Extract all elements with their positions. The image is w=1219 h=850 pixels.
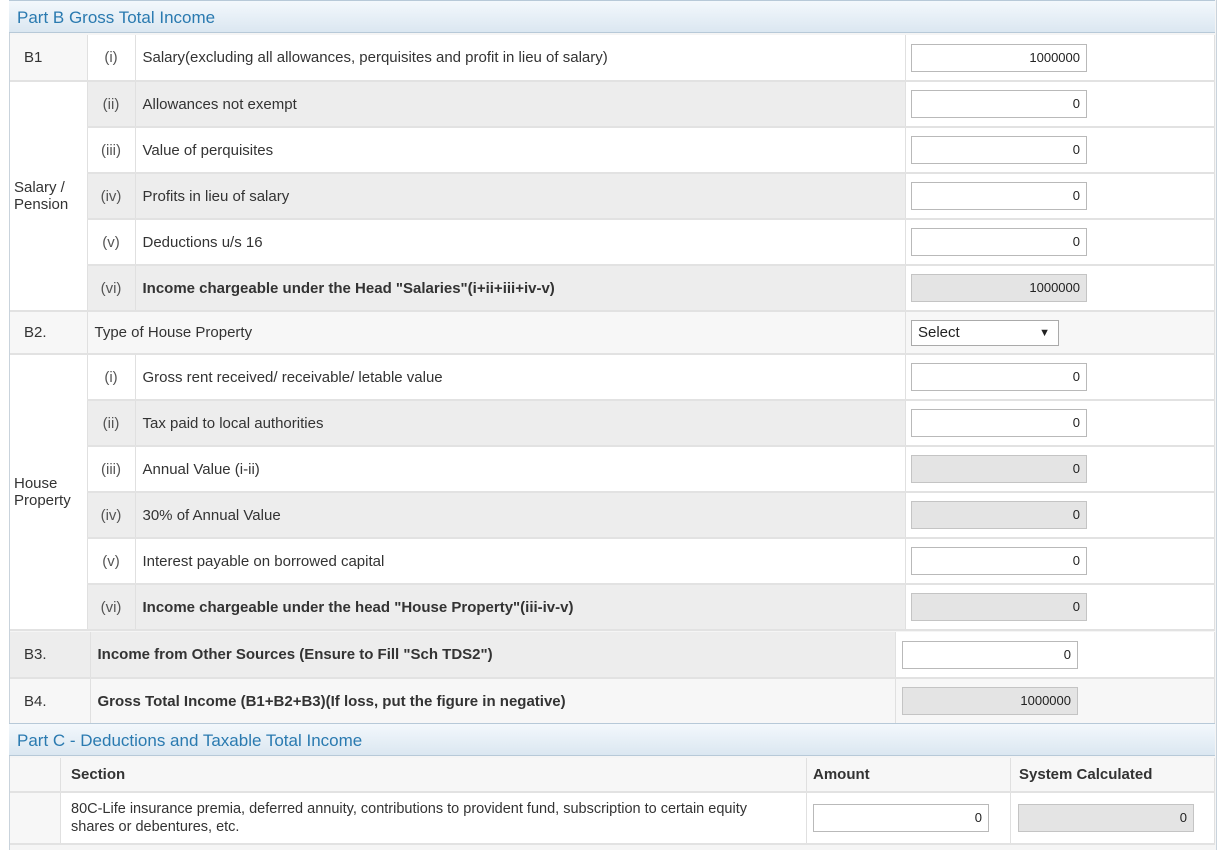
b1-row: (iv) Profits in lieu of salary 0 <box>10 173 1215 220</box>
b4-description: Gross Total Income (B1+B2+B3)(If loss, p… <box>90 678 896 725</box>
b2-item-description: Gross rent received/ receivable/ letable… <box>135 354 906 401</box>
b4-row: B4. Gross Total Income (B1+B2+B3)(If los… <box>10 678 1215 725</box>
col-header-system-calculated: System Calculated <box>1010 758 1215 793</box>
b1-item-amount-input[interactable]: 0 <box>911 182 1087 210</box>
b1-item-number: (i) <box>87 35 136 82</box>
b1-row: (v) Deductions u/s 16 0 <box>10 219 1215 266</box>
b2-code: B2. <box>10 311 88 355</box>
b1-row: (iii) Value of perquisites 0 <box>10 127 1215 174</box>
b2-item-calculated-field: 0 <box>911 593 1087 621</box>
b2-item-calculated-field: 0 <box>911 501 1087 529</box>
deduction-80c-amount-input[interactable]: 0 <box>813 804 989 832</box>
part-b-summary-table: B3. Income from Other Sources (Ensure to… <box>10 632 1215 725</box>
b1-row: B1 (i) Salary(excluding all allowances, pe… <box>10 35 1215 82</box>
b1-item-calculated-field: 1000000 <box>911 274 1087 302</box>
b1-item-number: (v) <box>87 219 136 266</box>
b3-description: Income from Other Sources (Ensure to Fil… <box>90 632 896 679</box>
b2-row: (vi) Income chargeable under the head "Ho… <box>10 584 1215 631</box>
house-property-group-label: House Property <box>10 354 88 631</box>
salary-pension-group-label: Salary / Pension <box>10 81 88 312</box>
b2-item-description: Annual Value (i-ii) <box>135 446 906 493</box>
part-c-header: Part C - Deductions and Taxable Total In… <box>9 723 1215 756</box>
b2-item-calculated-field: 0 <box>911 455 1087 483</box>
b2-row: House Property (i) Gross rent received/ re… <box>10 354 1215 631</box>
part-b-table: B1 (i) Salary(excluding all allowances, pe… <box>10 35 1215 631</box>
b1-item-number: (ii) <box>87 81 136 128</box>
b3-row: B3. Income from Other Sources (Ensure to… <box>10 632 1215 679</box>
deduction-80c-description: 80C-Life insurance premia, deferred annu… <box>60 792 807 845</box>
b2-item-number: (i) <box>87 354 136 401</box>
b2-row: (ii) Tax paid to local authorities 0 <box>10 400 1215 447</box>
b2-item-amount-input[interactable]: 0 <box>911 363 1087 391</box>
b1-item-amount-input[interactable]: 0 <box>911 228 1087 256</box>
b1-item-description: Profits in lieu of salary <box>135 173 906 220</box>
house-property-type-label: Type of House Property <box>87 311 906 355</box>
b3-code: B3. <box>10 632 91 679</box>
b2-item-amount-input[interactable]: 0 <box>911 547 1087 575</box>
b2-type-row: B2. Type of House Property Select ▼ <box>10 311 1215 355</box>
b2-row: (iv) 30% of Annual Value 0 <box>10 492 1215 539</box>
b2-item-number: (iv) <box>87 492 136 539</box>
b1-item-number: (iii) <box>87 127 136 174</box>
b1-item-number: (vi) <box>87 265 136 312</box>
part-c-row-80c: 80C-Life insurance premia, deferred annu… <box>10 792 1215 845</box>
b1-item-amount-input[interactable]: 0 <box>911 90 1087 118</box>
house-property-type-value: Select <box>918 323 960 341</box>
b1-item-amount-input[interactable]: 1000000 <box>911 43 1087 72</box>
house-property-type-select[interactable]: Select ▼ <box>911 319 1059 346</box>
b3-income-other-sources-input[interactable]: 0 <box>902 640 1078 669</box>
b2-item-number: (v) <box>87 538 136 585</box>
b1-row: Salary / Pension (ii) Allowances not exemp… <box>10 81 1215 312</box>
b2-item-description: 30% of Annual Value <box>135 492 906 539</box>
b1-item-description: Deductions u/s 16 <box>135 219 906 266</box>
part-c-header-row: Section Amount System Calculated <box>10 758 1215 793</box>
b1-item-description: Salary(excluding all allowances, perquis… <box>135 35 906 82</box>
b4-code: B4. <box>10 678 91 725</box>
b2-item-description: Tax paid to local authorities <box>135 400 906 447</box>
b1-item-description: Allowances not exempt <box>135 81 906 128</box>
b2-item-number: (vi) <box>87 584 136 631</box>
b1-item-amount-input[interactable]: 0 <box>911 136 1087 164</box>
col-header-amount: Amount <box>806 758 1011 793</box>
b2-item-description: Interest payable on borrowed capital <box>135 538 906 585</box>
b2-item-description: Income chargeable under the head "House … <box>135 584 906 631</box>
b1-item-description: Income chargeable under the Head "Salari… <box>135 265 906 312</box>
b2-item-number: (ii) <box>87 400 136 447</box>
b4-gross-total-income-field: 1000000 <box>902 687 1078 715</box>
b1-row: (vi) Income chargeable under the Head "Sa… <box>10 265 1215 312</box>
part-c-table: Section Amount System Calculated 80C-Lif… <box>10 758 1215 845</box>
b1-code: B1 <box>10 35 88 82</box>
b1-item-number: (iv) <box>87 173 136 220</box>
dropdown-arrow-icon: ▼ <box>1039 326 1050 339</box>
b2-row: (iii) Annual Value (i-ii) 0 <box>10 446 1215 493</box>
part-b-header: Part B Gross Total Income <box>9 0 1215 33</box>
b1-item-description: Value of perquisites <box>135 127 906 174</box>
col-header-section: Section <box>60 758 807 793</box>
b2-item-amount-input[interactable]: 0 <box>911 409 1087 437</box>
b2-row: (v) Interest payable on borrowed capital 0 <box>10 538 1215 585</box>
deduction-80c-system-field: 0 <box>1018 804 1194 832</box>
b2-item-number: (iii) <box>87 446 136 493</box>
